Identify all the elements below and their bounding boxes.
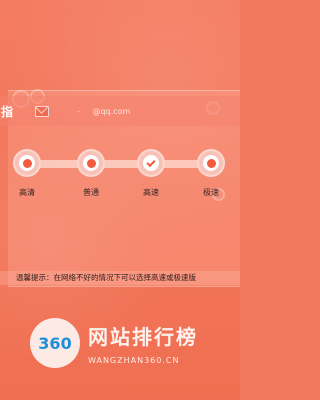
email-address: - @qq.com [77,107,130,116]
app-logo: 指 [1,104,14,119]
speed-option-fast[interactable] [137,149,165,177]
radio-dot-icon [86,158,96,168]
speed-track [24,160,222,168]
option-indicator [143,155,159,171]
watermark-logo: 360 [30,318,80,368]
checkmark-icon [146,157,156,167]
account-header: 指 - @qq.com [0,96,240,126]
radio-dot-icon [206,158,216,168]
speed-label-normal: 普通 [83,188,99,197]
option-indicator [83,155,99,171]
email-dash: - [77,106,80,116]
tip-text: 温馨提示：在网络不好的情况下可以选择高速或极速版 [0,271,240,285]
option-indicator [203,155,219,171]
speed-label-hd: 高清 [19,188,35,197]
email-domain: @qq.com [92,106,131,116]
watermark: 360 网站排行榜 WANGZHAN360.CN [30,318,198,368]
mail-icon [35,105,50,117]
speed-option-hd[interactable] [13,149,41,177]
speed-label-fast: 高速 [143,188,159,197]
radio-dot-icon [22,158,32,168]
watermark-subtitle: WANGZHAN360.CN [88,356,180,365]
speed-label-extreme: 极速 [203,188,219,197]
speed-option-extreme[interactable] [197,149,225,177]
watermark-title: 网站排行榜 [88,325,198,349]
option-indicator [19,155,35,171]
speed-option-normal[interactable] [77,149,105,177]
watermark-text: 网站排行榜 WANGZHAN360.CN [88,321,198,365]
